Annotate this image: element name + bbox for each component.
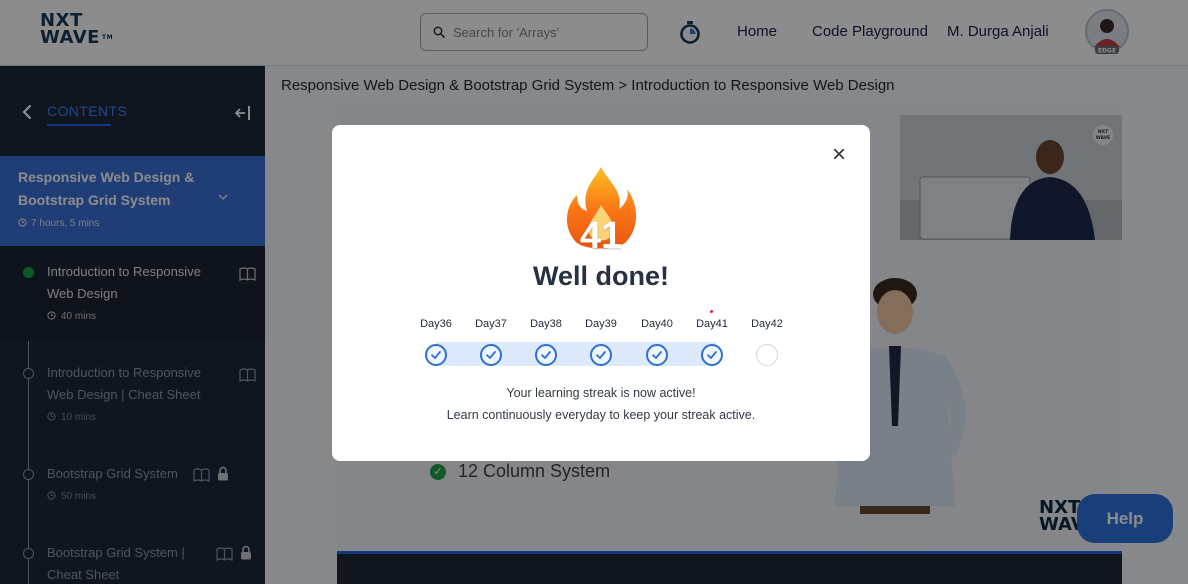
streak-day: Day41 xyxy=(692,318,732,366)
streak-day-label: Day38 xyxy=(530,318,562,330)
streak-day-label: Day36 xyxy=(420,318,452,330)
streak-modal: × 41 Well done! Day36 Day37 Day38 Day39 … xyxy=(332,125,870,461)
streak-day: Day36 xyxy=(416,318,456,366)
streak-day: Day39 xyxy=(581,318,621,366)
modal-message-line2: Learn continuously everyday to keep your… xyxy=(446,408,756,422)
streak-day-label: Day42 xyxy=(751,318,783,330)
streak-day-label: Day39 xyxy=(585,318,617,330)
check-icon xyxy=(425,344,447,366)
streak-day-label: Day41 xyxy=(696,318,728,330)
streak-day-label: Day40 xyxy=(641,318,673,330)
check-icon xyxy=(480,344,502,366)
check-icon xyxy=(535,344,557,366)
streak-tracker: Day36 Day37 Day38 Day39 Day40 Day41 Day4… xyxy=(412,318,792,378)
streak-day: Day40 xyxy=(637,318,677,366)
streak-day: Day38 xyxy=(526,318,566,366)
check-icon xyxy=(701,344,723,366)
streak-count: 41 xyxy=(579,215,623,257)
modal-message-line1: Your learning streak is now active! xyxy=(506,386,696,400)
streak-day: Day37 xyxy=(471,318,511,366)
streak-progress-band xyxy=(436,342,716,366)
empty-circle-icon xyxy=(756,344,778,366)
check-icon xyxy=(646,344,668,366)
streak-day-label: Day37 xyxy=(475,318,507,330)
streak-day: Day42 xyxy=(747,318,787,366)
modal-title: Well done! xyxy=(532,261,669,291)
current-day-indicator xyxy=(710,310,713,313)
close-icon[interactable]: × xyxy=(829,143,849,167)
check-icon xyxy=(590,344,612,366)
